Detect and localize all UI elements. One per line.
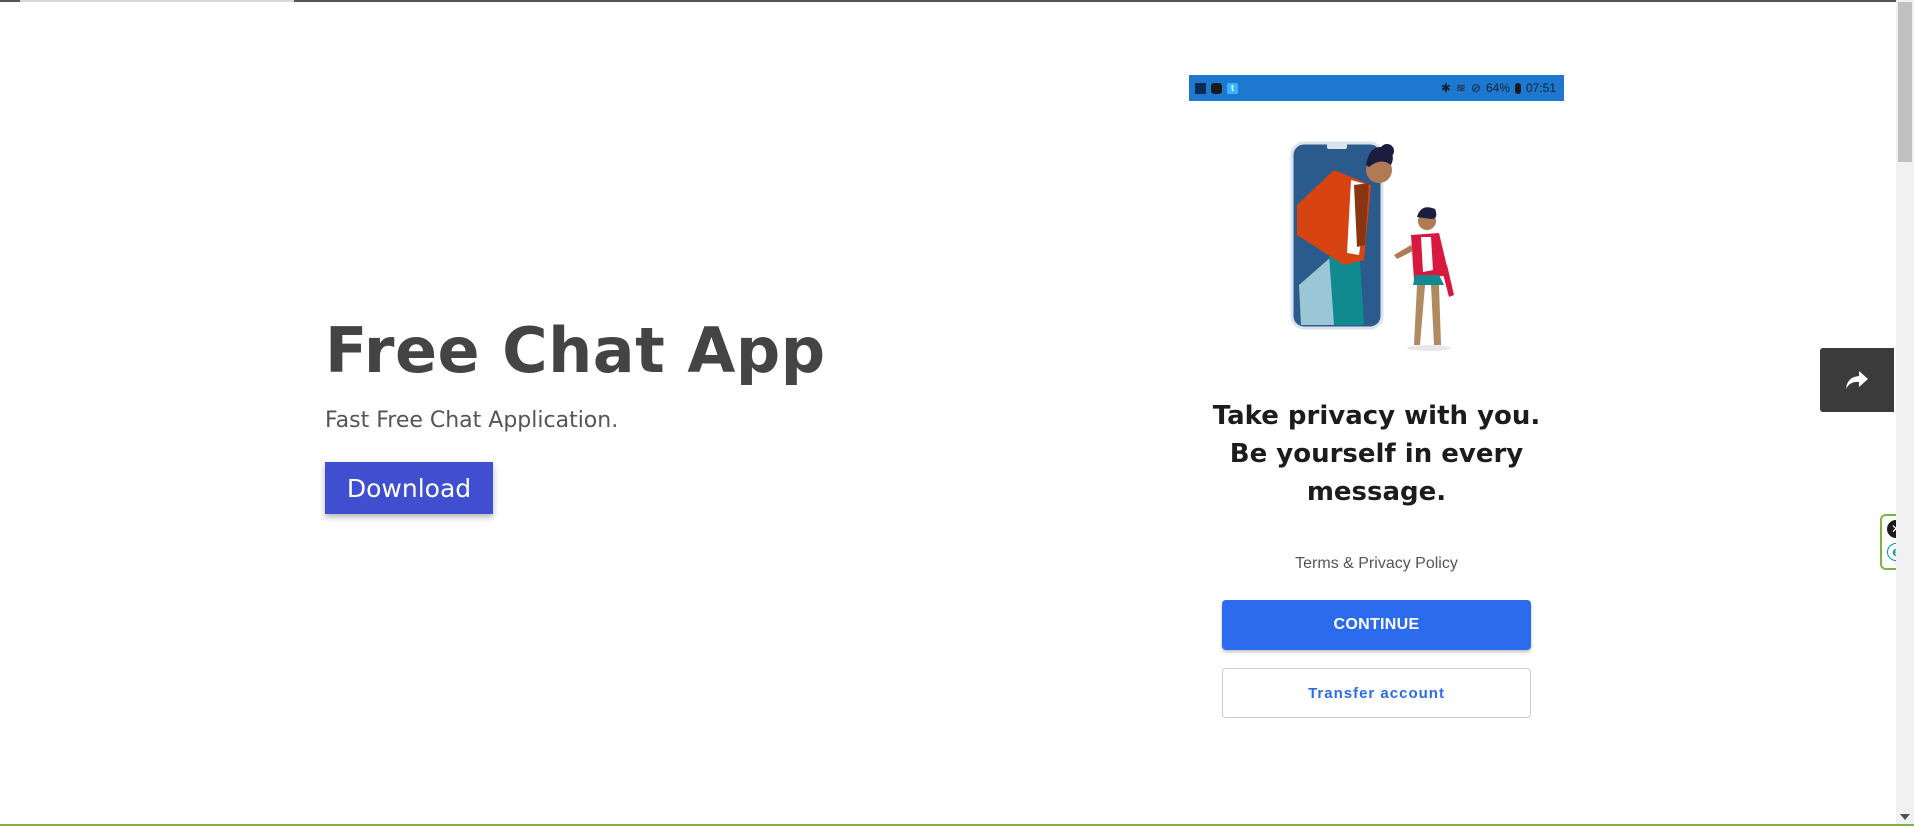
page-title: Free Chat App — [325, 314, 826, 387]
privacy-heading: Take privacy with you. Be yourself in ev… — [1189, 397, 1564, 511]
share-arrow-icon — [1846, 371, 1868, 389]
status-time: 07:51 — [1525, 81, 1556, 95]
phone-status-bar: t ✱ ≋ ⊘ 64% 07:51 — [1189, 75, 1564, 101]
heading-line: message. — [1306, 477, 1447, 507]
page-subtitle: Fast Free Chat Application. — [325, 408, 619, 433]
scrollbar-thumb[interactable] — [1898, 2, 1912, 162]
download-button[interactable]: Download — [325, 462, 493, 514]
heading-line: Be yourself in every — [1229, 439, 1524, 469]
dnd-icon: ⊘ — [1470, 81, 1481, 95]
twitter-icon: t — [1227, 82, 1238, 94]
top-tab-indicator — [20, 0, 294, 2]
privacy-illustration — [1290, 141, 1454, 351]
heading-line: Take privacy with you. — [1212, 401, 1541, 431]
image-icon — [1195, 82, 1206, 94]
phone-screenshot: t ✱ ≋ ⊘ 64% 07:51 Take privacy with you.… — [1189, 75, 1564, 735]
battery-icon — [1514, 82, 1521, 94]
terms-privacy-link[interactable]: Terms & Privacy Policy — [1189, 555, 1564, 573]
bluetooth-icon: ✱ — [1440, 81, 1451, 95]
puzzle-icon — [1211, 82, 1222, 94]
transfer-account-button[interactable]: Transfer account — [1222, 668, 1531, 718]
battery-percent: 64% — [1485, 81, 1510, 95]
share-button[interactable] — [1820, 348, 1894, 412]
scroll-down-arrow-icon[interactable] — [1900, 814, 1910, 820]
continue-button[interactable]: CONTINUE — [1222, 600, 1531, 650]
page-scrollbar[interactable] — [1896, 0, 1914, 824]
wifi-icon: ≋ — [1455, 81, 1466, 95]
